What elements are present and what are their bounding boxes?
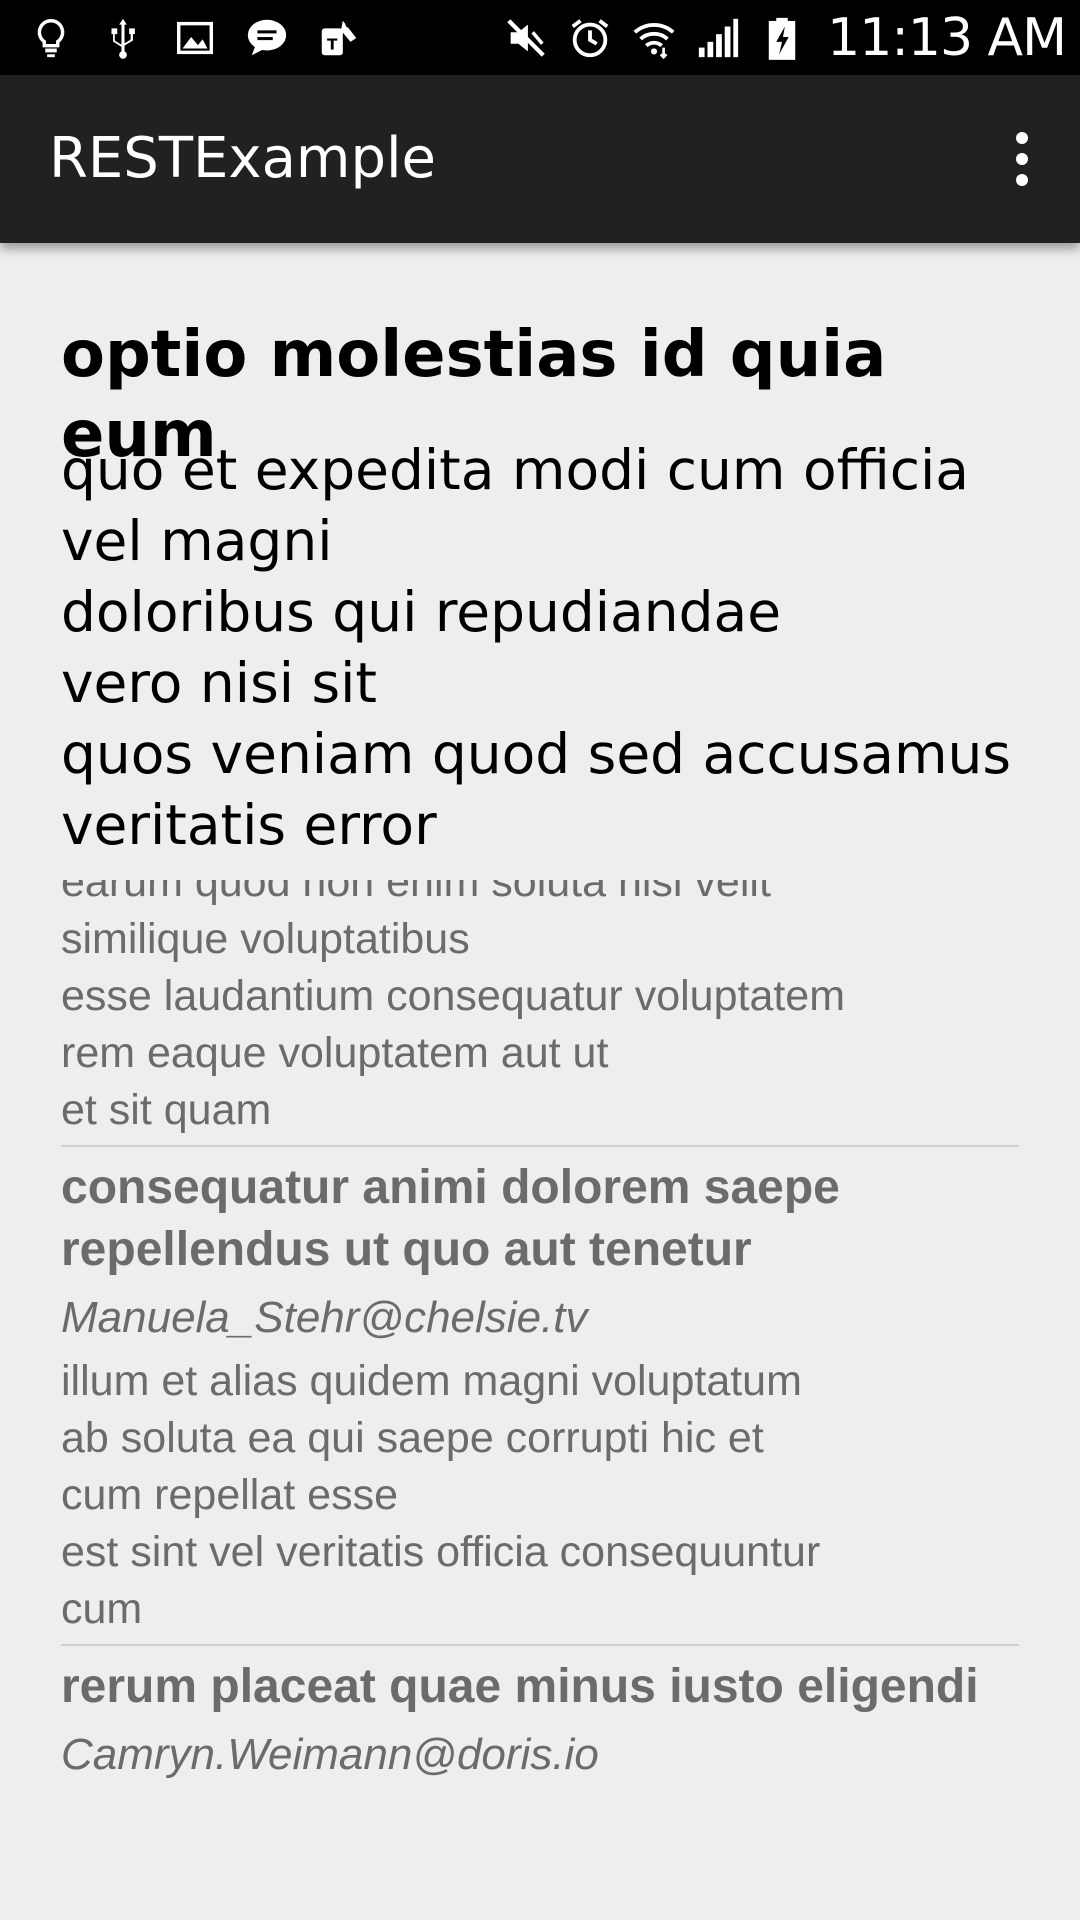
detail-body-line: quos veniam quod sed accusamus (61, 722, 1012, 786)
list-item[interactable]: earum quod non enim soluta nisi velit si… (61, 880, 1019, 1139)
comment-list-inner: earum quod non enim soluta nisi velit si… (61, 880, 1019, 1790)
list-item-email: Camryn.Weimann@doris.io (61, 1730, 599, 1779)
list-item-email: Manuela_Stehr@chelsie.tv (61, 1293, 588, 1342)
wifi-icon (631, 15, 677, 61)
status-bar-system: 11:13 AM (503, 0, 1067, 75)
tmobile-icon: T (316, 15, 362, 61)
detail-body-line: veritatis error (61, 793, 437, 857)
overflow-dot (1016, 153, 1028, 165)
mute-icon (503, 15, 549, 61)
status-bar-notifications: T (28, 0, 362, 75)
signal-icon (695, 15, 741, 61)
list-item-title: consequatur animi dolorem saepe repellen… (61, 1161, 840, 1276)
overflow-menu-icon[interactable] (992, 119, 1052, 199)
status-bar-time: 11:13 AM (827, 7, 1067, 68)
detail-body-line: quo et expedita modi cum officia (61, 438, 970, 502)
detail-body-line: vero nisi sit (61, 651, 377, 715)
detail-body-line: doloribus qui repudiandae (61, 580, 782, 644)
content: optio molestias id quia eum quo et exped… (0, 243, 1080, 1920)
list-item-body-line: est sint vel veritatis officia consequun… (61, 1528, 821, 1576)
overflow-dot (1016, 132, 1028, 144)
list-item-body-line: cum (61, 1585, 143, 1633)
list-item-body-line: et sit quam (61, 1086, 272, 1134)
divider (61, 1644, 1019, 1646)
message-icon (244, 15, 290, 61)
app-title: RESTExample (49, 126, 436, 191)
list-item-body-line: earum quod non enim soluta nisi velit (61, 880, 771, 906)
battery-charging-icon (759, 15, 805, 61)
list-item-body-line: esse laudantium consequatur voluptatem (61, 972, 846, 1020)
comment-list[interactable]: earum quod non enim soluta nisi velit si… (0, 880, 1080, 1920)
svg-text:T: T (327, 35, 338, 53)
list-item-body-line: illum et alias quidem magni voluptatum (61, 1357, 802, 1405)
lightbulb-icon (28, 15, 74, 61)
list-item[interactable]: rerum placeat quae minus iusto eligendi … (61, 1656, 1019, 1786)
overflow-dot (1016, 174, 1028, 186)
usb-icon (100, 15, 146, 61)
list-item-title: rerum placeat quae minus iusto eligendi (61, 1660, 979, 1713)
detail-body-line: vel magni (61, 509, 333, 573)
list-item-body-line: ab soluta ea qui saepe corrupti hic et (61, 1414, 764, 1462)
status-bar: T 11:13 AM (0, 0, 1080, 75)
list-item-body-line: rem eaque voluptatem aut ut (61, 1029, 609, 1077)
list-item-body-line: similique voluptatibus (61, 915, 470, 963)
app-bar: RESTExample (0, 75, 1080, 243)
list-item[interactable]: consequatur animi dolorem saepe repellen… (61, 1157, 1019, 1638)
divider (61, 1145, 1019, 1147)
alarm-icon (567, 15, 613, 61)
image-icon (172, 15, 218, 61)
list-item-body-line: cum repellat esse (61, 1471, 398, 1519)
detail-body: quo et expedita modi cum officia vel mag… (61, 435, 1041, 861)
